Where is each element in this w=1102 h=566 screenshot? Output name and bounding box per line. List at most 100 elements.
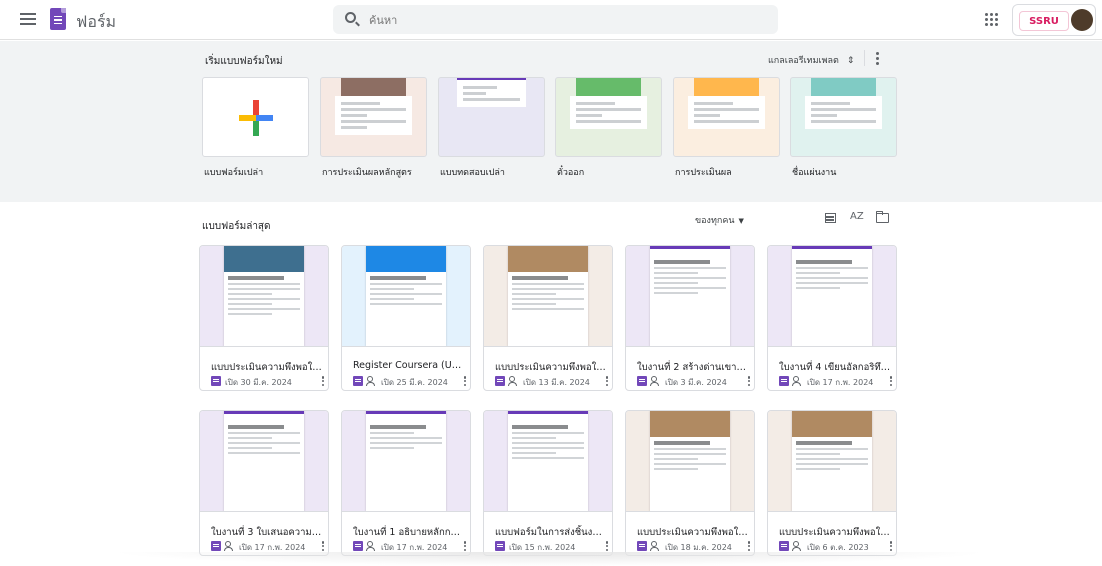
form-meta: เปิด 17 ก.พ. 2024: [779, 376, 894, 388]
forms-icon: [353, 541, 363, 551]
form-title: แบบฟอร์มในการส่งชิ้นงาน "S...: [495, 527, 607, 538]
form-title: แบบประเมินความพึงพอใจจาก...: [211, 362, 323, 373]
shared-users-icon: [366, 376, 378, 386]
forms-icon: [637, 376, 647, 386]
template-label: ตั๋วออก: [557, 168, 585, 178]
forms-icon: [495, 376, 505, 386]
template-worksheet[interactable]: [790, 77, 897, 157]
template-gallery-label: แกลเลอรีเทมเพลต: [768, 56, 839, 66]
organization-logo: SSRU: [1019, 11, 1069, 31]
shared-users-icon: [650, 541, 662, 551]
last-opened-date: เปิด 30 มี.ค. 2024: [225, 378, 292, 387]
recent-form-card[interactable]: แบบประเมินความพึงพอใจการ... เปิด 6 ต.ค. …: [767, 410, 897, 556]
recent-form-card[interactable]: แบบประเมินความพึงพอใจจาก... เปิด 30 มี.ค…: [199, 245, 329, 391]
forms-icon: [353, 376, 363, 386]
form-title: ใบงานที่ 1 อธิบายหลักการทำงา...: [353, 527, 465, 538]
more-options-icon[interactable]: [888, 376, 894, 387]
more-options-icon[interactable]: [320, 541, 326, 552]
forms-icon: [637, 541, 647, 551]
app-name[interactable]: ฟอร์ม: [76, 10, 116, 35]
form-thumbnail: [200, 246, 328, 347]
more-options-icon[interactable]: [320, 376, 326, 387]
template-section-title: เริ่มแบบฟอร์มใหม่: [205, 56, 283, 67]
last-opened-date: เปิด 25 มี.ค. 2024: [381, 378, 448, 387]
search-input[interactable]: [369, 11, 749, 29]
more-options-icon[interactable]: [746, 376, 752, 387]
more-options-icon[interactable]: [604, 376, 610, 387]
form-thumbnail: [484, 411, 612, 512]
forms-icon: [495, 541, 505, 551]
shared-users-icon: [650, 376, 662, 386]
account-switcher[interactable]: SSRU: [1012, 4, 1096, 36]
unfold-icon: ⇕: [846, 56, 855, 66]
form-meta: เปิด 13 มี.ค. 2024: [495, 376, 610, 388]
more-options-icon[interactable]: [874, 51, 880, 65]
recent-form-card[interactable]: ใบงานที่ 2 สร้างด่านเขาวงกต เปิด 3 มี.ค.…: [625, 245, 755, 391]
forms-icon: [211, 376, 221, 386]
more-options-icon[interactable]: [462, 376, 468, 387]
divider: [864, 50, 865, 66]
form-meta: เปิด 25 มี.ค. 2024: [353, 376, 468, 388]
forms-icon: [779, 376, 789, 386]
template-assessment[interactable]: [673, 77, 780, 157]
last-opened-date: เปิด 13 มี.ค. 2024: [523, 378, 590, 387]
recent-forms-title: แบบฟอร์มล่าสุด: [202, 221, 271, 232]
recent-form-card[interactable]: แบบประเมินความพึงพอใจการ... เปิด 13 มี.ค…: [483, 245, 613, 391]
form-thumbnail: [342, 411, 470, 512]
template-exit-ticket[interactable]: [555, 77, 662, 157]
recent-form-card[interactable]: แบบประเมินความพึงพอใจการ... เปิด 18 ม.ค.…: [625, 410, 755, 556]
shared-users-icon: [792, 541, 804, 551]
avatar[interactable]: [1071, 9, 1093, 31]
more-options-icon[interactable]: [746, 541, 752, 552]
forms-logo-icon[interactable]: [50, 8, 66, 30]
last-opened-date: เปิด 17 ก.พ. 2024: [807, 378, 874, 387]
plus-icon: [203, 78, 308, 156]
form-title: แบบประเมินความพึงพอใจการ...: [495, 362, 607, 373]
form-thumbnail: [768, 411, 896, 512]
form-title: Register Coursera (UpSkil...: [353, 360, 465, 371]
form-thumbnail: [626, 246, 754, 347]
shared-users-icon: [508, 376, 520, 386]
template-blank-quiz[interactable]: [438, 77, 545, 157]
more-options-icon[interactable]: [462, 541, 468, 552]
shared-users-icon: [224, 541, 236, 551]
top-bar: ฟอร์ม SSRU: [0, 0, 1102, 40]
template-label: การประเมินผลหลักสูตร: [322, 168, 412, 178]
form-title: แบบประเมินความพึงพอใจการ...: [637, 527, 749, 538]
recent-form-card[interactable]: ใบงานที่ 1 อธิบายหลักการทำงา... เปิด 17 …: [341, 410, 471, 556]
recent-form-card[interactable]: แบบฟอร์มในการส่งชิ้นงาน "S... เปิด 15 ก.…: [483, 410, 613, 556]
search-icon[interactable]: [345, 12, 356, 23]
forms-icon: [211, 541, 221, 551]
template-course-evaluation[interactable]: [320, 77, 427, 157]
last-opened-date: เปิด 3 มี.ค. 2024: [665, 378, 727, 387]
form-thumbnail: [484, 246, 612, 347]
list-view-icon[interactable]: [825, 213, 836, 223]
main-menu-button[interactable]: [18, 10, 38, 30]
form-thumbnail: [768, 246, 896, 347]
search-bar[interactable]: [333, 5, 778, 34]
shared-users-icon: [792, 376, 804, 386]
dropdown-arrow-icon: ▼: [738, 217, 744, 225]
form-thumbnail: [342, 246, 470, 347]
template-label: แบบทดสอบเปล่า: [440, 168, 505, 178]
open-file-picker-icon[interactable]: [875, 211, 889, 223]
template-label: การประเมินผล: [675, 168, 732, 178]
shared-users-icon: [366, 541, 378, 551]
owner-filter-dropdown[interactable]: ของทุกคน ▼: [695, 213, 744, 227]
template-section: [0, 41, 1102, 202]
owner-filter-label: ของทุกคน: [695, 216, 735, 226]
google-apps-icon[interactable]: [985, 13, 998, 26]
forms-icon: [779, 541, 789, 551]
template-gallery-button[interactable]: แกลเลอรีเทมเพลต ⇕: [768, 53, 854, 67]
recent-form-card[interactable]: Register Coursera (UpSkil... เปิด 25 มี.…: [341, 245, 471, 391]
more-options-icon[interactable]: [604, 541, 610, 552]
template-blank-form[interactable]: [202, 77, 309, 157]
form-title: ใบงานที่ 4 เขียนอัลกอริทึมของ...: [779, 362, 891, 373]
recent-form-card[interactable]: ใบงานที่ 4 เขียนอัลกอริทึมของ... เปิด 17…: [767, 245, 897, 391]
more-options-icon[interactable]: [888, 541, 894, 552]
recent-form-card[interactable]: ใบงานที่ 3 ใบเสนอความคิดการ... เปิด 17 ก…: [199, 410, 329, 556]
sort-az-icon[interactable]: AZ: [850, 211, 864, 222]
form-meta: เปิด 3 มี.ค. 2024: [637, 376, 752, 388]
form-title: ใบงานที่ 2 สร้างด่านเขาวงกต: [637, 362, 749, 373]
form-thumbnail: [200, 411, 328, 512]
